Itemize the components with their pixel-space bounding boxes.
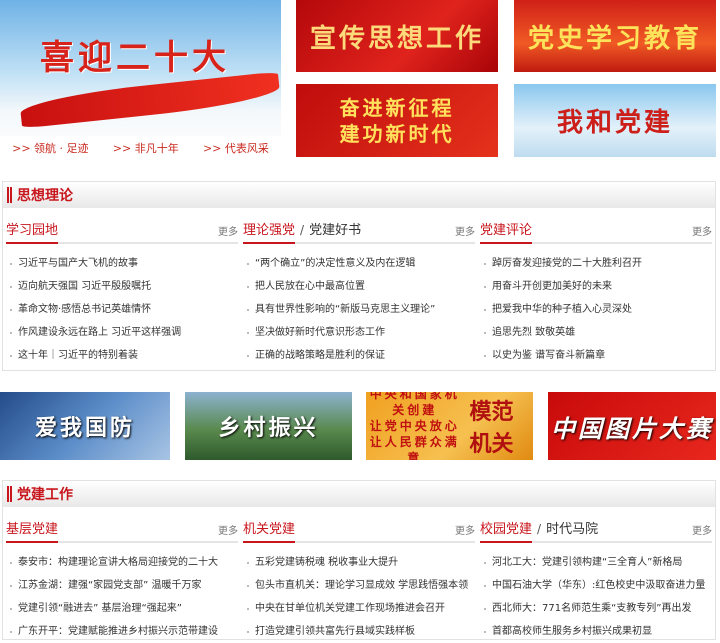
list-item[interactable]: “两个确立”的决定性意义及内在逻辑 <box>243 252 475 275</box>
list-item[interactable]: 党建引领“融进去” 基层治理“强起来” <box>6 597 238 620</box>
section-thought-theory: 思想理论 学习园地 更多 习近平与国产大飞机的故事 迈向航天强国 习近平殷殷嘱托 革命… <box>2 181 716 371</box>
column-title[interactable]: 机关党建 <box>243 518 296 543</box>
more-link[interactable]: 更多 <box>692 522 712 541</box>
list-item[interactable]: 西北师大：771名师范生乘“支教专列”再出发 <box>480 597 712 620</box>
list-item[interactable]: 江苏金湖：建强“家园党支部” 温暖千万家 <box>6 574 238 597</box>
banner-label: 爱我国防 <box>34 415 135 441</box>
list-item[interactable]: 革命文物·感悟总书记英雄情怀 <box>6 298 238 321</box>
list-item[interactable]: 正确的战略策略是胜利的保证 <box>243 344 475 367</box>
column-title-secondary[interactable]: 党建好书 <box>309 219 361 242</box>
banner-rural-revitalization[interactable]: 乡村振兴 <box>185 392 352 460</box>
banner-label: 中央和国家机关创建 <box>369 392 460 417</box>
banner-welcome-20th-congress[interactable]: 喜迎二十大 >> 领航 · 足迹 >> 非凡十年 >> 代表风采 <box>0 0 281 160</box>
red-ribbon-graphic <box>19 71 281 129</box>
column-title[interactable]: 党建评论 <box>480 219 533 244</box>
banner-photo-contest[interactable]: 中国图片大赛 <box>548 392 716 460</box>
more-link[interactable]: 更多 <box>455 223 475 242</box>
column-commentary: 党建评论 更多 踔厉奋发迎接党的二十大胜利召开 用奋斗开创更加美好的未来 把爱我中华的… <box>480 208 712 367</box>
column-title[interactable]: 理论强党 <box>243 219 296 244</box>
list-item[interactable]: 中央在甘单位机关党建工作现场推进会召开 <box>243 597 475 620</box>
column-title[interactable]: 基层党建 <box>6 518 59 543</box>
more-link[interactable]: 更多 <box>218 223 238 242</box>
more-link[interactable]: 更多 <box>218 522 238 541</box>
separator: / <box>300 223 305 237</box>
banner-label: 建功新时代 <box>339 121 455 146</box>
banner-national-defense[interactable]: 爱我国防 <box>0 392 170 460</box>
column-campus: 校园党建 / 时代马院 更多 河北工大：党建引领构建“三全育人”新格局 中国石油大学（华… <box>480 507 712 643</box>
list-item[interactable]: 踔厉奋发迎接党的二十大胜利召开 <box>480 252 712 275</box>
list-item[interactable]: 把爱我中华的种子植入心灵深处 <box>480 298 712 321</box>
banner-label: 乡村振兴 <box>218 415 319 441</box>
banner-links: >> 领航 · 足迹 >> 非凡十年 >> 代表风采 <box>0 136 281 160</box>
banner-new-journey[interactable]: 奋进新征程 建功新时代 <box>296 84 498 157</box>
column-theory: 理论强党 / 党建好书 更多 “两个确立”的决定性意义及内在逻辑 把人民放在心中最高位置… <box>243 208 475 367</box>
separator: / <box>537 522 542 536</box>
list-item[interactable]: 作风建设永远在路上 习近平这样强调 <box>6 321 238 344</box>
more-link[interactable]: 更多 <box>692 223 712 242</box>
list-item[interactable]: 包头市直机关：理论学习显成效 学思践悟强本领 <box>243 574 475 597</box>
column-study-garden: 学习园地 更多 习近平与国产大飞机的故事 迈向航天强国 习近平殷殷嘱托 革命文物·感悟… <box>6 208 238 367</box>
banner-label: 党史学习教育 <box>527 23 702 54</box>
list-item[interactable]: 泰安市：构建理论宣讲大格局迎接党的二十大 <box>6 551 238 574</box>
banner-label: 让党中央放心 <box>369 419 460 433</box>
list-item[interactable]: 以史为鉴 谱写奋斗新篇章 <box>480 344 712 367</box>
more-link[interactable]: 更多 <box>455 522 475 541</box>
banner-title: 喜迎二十大 <box>40 38 230 78</box>
link-representatives[interactable]: >> 代表风采 <box>203 140 269 156</box>
section-party-building: 党建工作 基层党建 更多 泰安市：构建理论宣讲大格局迎接党的二十大 江苏金湖：建强“… <box>2 480 716 640</box>
list-item[interactable]: 河北工大：党建引领构建“三全育人”新格局 <box>480 551 712 574</box>
list-item[interactable]: 迈向航天强国 习近平殷殷嘱托 <box>6 275 238 298</box>
banner-label: 模范机关 <box>469 399 514 457</box>
list-item[interactable]: 习近平与国产大飞机的故事 <box>6 252 238 275</box>
list-item[interactable]: 用奋斗开创更加美好的未来 <box>480 275 712 298</box>
section-marker <box>7 187 12 203</box>
list-item[interactable]: 把人民放在心中最高位置 <box>243 275 475 298</box>
banner-party-history[interactable]: 党史学习教育 <box>514 0 716 72</box>
link-decade[interactable]: >> 非凡十年 <box>113 140 179 156</box>
column-organs: 机关党建 更多 五彩党建铸税魂 税收事业大提升 包头市直机关：理论学习显成效 学思践… <box>243 507 475 643</box>
banner-label: 我和党建 <box>556 108 673 138</box>
banner-model-organs[interactable]: 中央和国家机关创建让党中央放心让人民群众满意 模范机关 <box>366 392 533 460</box>
column-title[interactable]: 学习园地 <box>6 219 59 244</box>
list-item[interactable]: 追思先烈 致敬英雄 <box>480 321 712 344</box>
column-title[interactable]: 校园党建 <box>480 518 533 543</box>
column-title-secondary[interactable]: 时代马院 <box>546 518 598 541</box>
list-item[interactable]: 中国石油大学（华东）:红色校史中汲取奋进力量 <box>480 574 712 597</box>
banner-label: 奋进新征程 <box>339 95 455 120</box>
section-title: 党建工作 <box>17 487 73 503</box>
list-item[interactable]: 这十年｜习近平的特别着装 <box>6 344 238 367</box>
section-title: 思想理论 <box>17 188 73 204</box>
list-item[interactable]: 具有世界性影响的“新版马克思主义理论” <box>243 298 475 321</box>
list-item[interactable]: 五彩党建铸税魂 税收事业大提升 <box>243 551 475 574</box>
banner-label: 中国图片大赛 <box>551 413 713 443</box>
section-marker <box>7 486 12 502</box>
banner-label: 让人民群众满意 <box>369 435 460 460</box>
banner-me-and-party[interactable]: 我和党建 <box>514 84 716 157</box>
banner-propaganda[interactable]: 宣传思想工作 <box>296 0 498 72</box>
list-item[interactable]: 坚决做好新时代意识形态工作 <box>243 321 475 344</box>
link-leadership[interactable]: >> 领航 · 足迹 <box>12 140 88 156</box>
banner-label: 宣传思想工作 <box>309 23 484 54</box>
column-grassroots: 基层党建 更多 泰安市：构建理论宣讲大格局迎接党的二十大 江苏金湖：建强“家园党支部… <box>6 507 238 643</box>
